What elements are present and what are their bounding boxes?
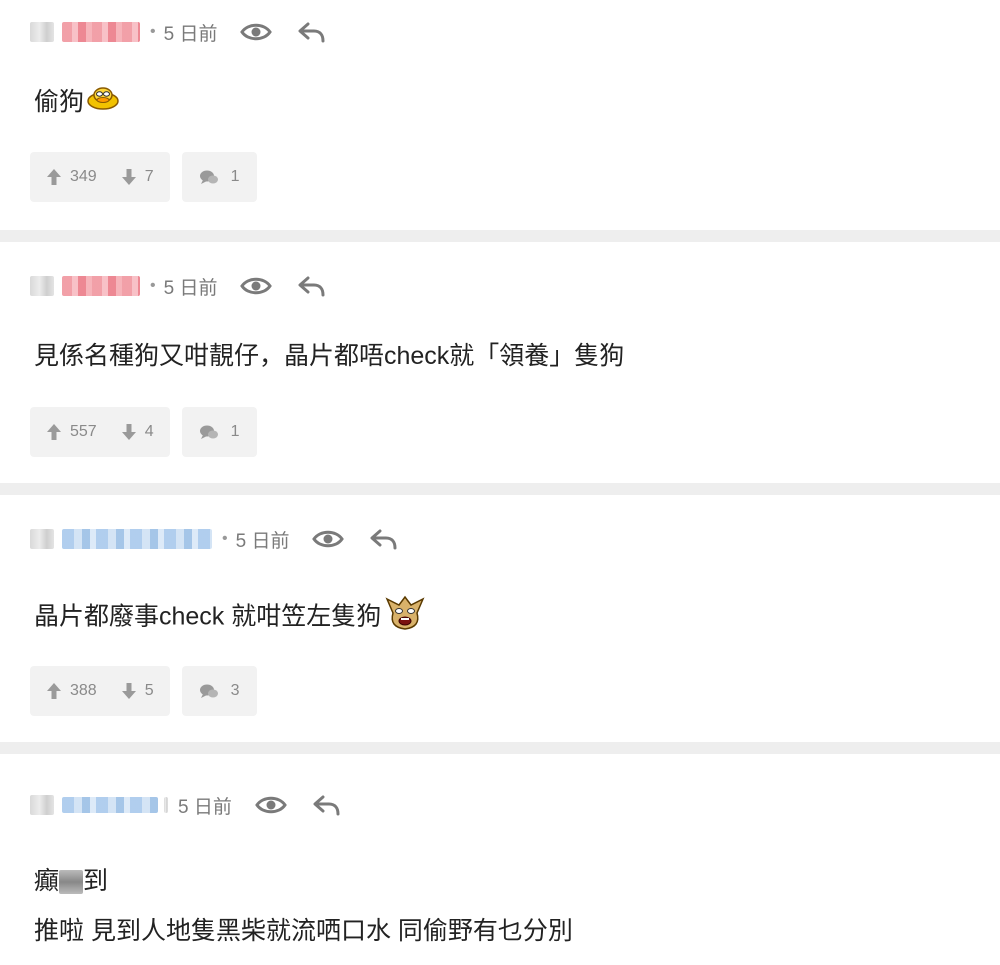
- comment-card: • 5 日前 偷狗 349 7 1: [0, 0, 1000, 230]
- downvote-count: 4: [144, 423, 154, 440]
- comment-text: 偷狗: [34, 88, 85, 116]
- username-redacted[interactable]: [62, 529, 212, 549]
- comment-card: • 5 日前 晶片都廢事check 就咁笠左隻狗 388 5 3: [0, 495, 1000, 742]
- vote-box: 557 4: [30, 407, 170, 457]
- reply-arrow-icon[interactable]: [295, 271, 329, 301]
- redacted-word: [59, 870, 84, 895]
- upvote-count: 557: [70, 423, 97, 440]
- chat-bubble-icon: [199, 425, 218, 439]
- reply-count: 1: [230, 423, 240, 440]
- vote-box: 349 7: [30, 152, 170, 202]
- comment-timestamp: 5 日前: [235, 530, 290, 552]
- comment-text: 晶片都廢事check 就咁笠左隻狗: [34, 602, 382, 631]
- comment-line: 癲到: [34, 856, 573, 906]
- arrow-down-icon: [121, 424, 136, 440]
- comment-text-part: 癲: [34, 867, 60, 895]
- chat-bubble-icon: [199, 684, 218, 698]
- comment-timestamp: 5 日前: [163, 23, 218, 45]
- arrow-down-icon: [121, 683, 136, 699]
- eye-icon[interactable]: [239, 17, 273, 47]
- replies-button[interactable]: 3: [181, 666, 257, 716]
- upvote-button[interactable]: 557: [46, 423, 97, 441]
- comment-body: 晶片都廢事check 就咁笠左隻狗: [34, 593, 427, 643]
- upvote-button[interactable]: 388: [46, 682, 97, 700]
- downvote-button[interactable]: 7: [121, 168, 154, 186]
- username-redacted[interactable]: [62, 276, 140, 296]
- chat-bubble-icon: [199, 170, 218, 184]
- comment-actions: 349 7 1: [30, 152, 257, 202]
- upvote-button[interactable]: 349: [46, 168, 97, 186]
- downvote-button[interactable]: 5: [121, 682, 154, 700]
- reply-arrow-icon[interactable]: [310, 790, 344, 820]
- eye-icon[interactable]: [239, 271, 273, 301]
- eye-icon[interactable]: [254, 790, 288, 820]
- comment-feed: • 5 日前 偷狗 349 7 1 • 5 日前 見係名種狗又咁靚仔，晶片都唔c…: [0, 0, 1000, 965]
- comment-line: 推啦 見到人地隻黑柴就流哂口水 同偷野有乜分別: [34, 917, 573, 945]
- comment-text: 見係名種狗又咁靚仔，晶片都唔check就「領養」隻狗: [34, 342, 625, 370]
- duck-emoji: [86, 84, 120, 122]
- username-redacted[interactable]: [62, 797, 158, 813]
- downvote-count: 5: [144, 682, 154, 699]
- reply-arrow-icon[interactable]: [367, 524, 401, 554]
- meta-separator: •: [222, 530, 228, 547]
- downvote-count: 7: [144, 168, 154, 185]
- user-level-badge-redacted: [30, 22, 54, 42]
- replies-button[interactable]: 1: [181, 407, 257, 457]
- comment-meta: 5 日前: [30, 790, 344, 820]
- arrow-up-icon: [47, 424, 61, 440]
- user-level-badge-redacted: [30, 795, 54, 815]
- user-level-badge-redacted: [30, 529, 54, 549]
- meta-separator: •: [150, 277, 156, 294]
- username-redacted[interactable]: [62, 22, 140, 42]
- arrow-down-icon: [121, 169, 136, 185]
- comment-body: 見係名種狗又咁靚仔，晶片都唔check就「領養」隻狗: [34, 338, 624, 374]
- comment-body: 癲到 推啦 見到人地隻黑柴就流哂口水 同偷野有乜分別: [34, 856, 573, 956]
- upvote-count: 349: [70, 168, 97, 185]
- reply-count: 1: [230, 168, 240, 185]
- comment-meta: • 5 日前: [30, 524, 401, 554]
- comment-actions: 557 4 1: [30, 407, 257, 457]
- comment-text-part: 到: [83, 867, 109, 895]
- meta-separator: •: [150, 23, 156, 40]
- user-level-badge-redacted: [30, 276, 54, 296]
- comment-timestamp: 5 日前: [178, 796, 232, 818]
- replies-button[interactable]: 1: [181, 152, 257, 202]
- comment-card: • 5 日前 見係名種狗又咁靚仔，晶片都唔check就「領養」隻狗 557 4: [0, 242, 1000, 483]
- angry-emoji: [383, 593, 427, 643]
- arrow-up-icon: [47, 683, 61, 699]
- reply-arrow-icon[interactable]: [295, 17, 329, 47]
- eye-icon[interactable]: [311, 524, 345, 554]
- upvote-count: 388: [70, 682, 97, 699]
- downvote-button[interactable]: 4: [121, 423, 154, 441]
- comment-timestamp: 5 日前: [163, 277, 218, 299]
- separator-redacted: [164, 797, 168, 813]
- comment-card: 5 日前 癲到 推啦 見到人地隻黑柴就流哂口水 同偷野有乜分別: [0, 754, 1000, 965]
- comment-actions: 388 5 3: [30, 666, 257, 716]
- arrow-up-icon: [47, 169, 61, 185]
- comment-body: 偷狗: [34, 84, 120, 122]
- comment-meta: • 5 日前: [30, 17, 329, 47]
- vote-box: 388 5: [30, 666, 170, 716]
- reply-count: 3: [230, 682, 240, 699]
- comment-meta: • 5 日前: [30, 271, 329, 301]
